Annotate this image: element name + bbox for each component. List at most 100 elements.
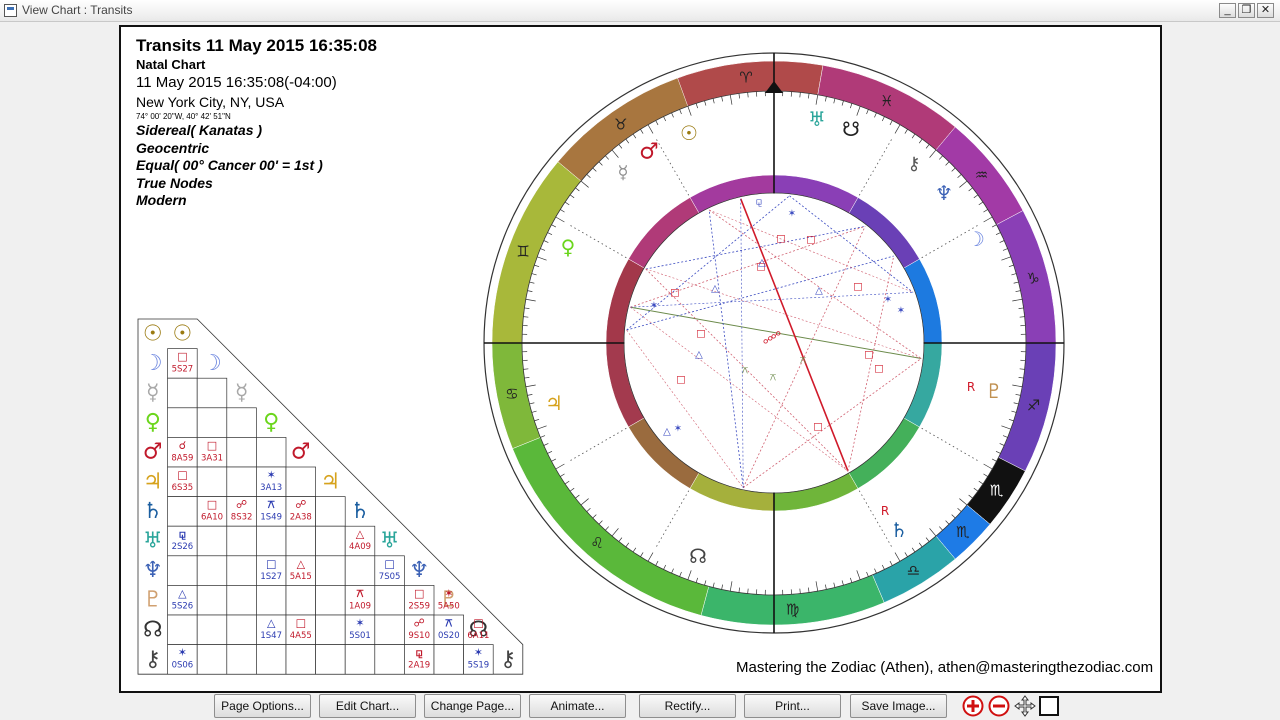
grid-row-glyph: ☽	[143, 351, 163, 376]
aspect-grid-cell	[256, 525, 287, 557]
aspect-grid-cell	[315, 585, 346, 616]
zoom-in-icon[interactable]	[962, 695, 984, 717]
aspect-grid-cell	[196, 555, 228, 586]
grid-aspect-symbol: □	[296, 617, 306, 630]
grid-diagonal-glyph: ☿	[235, 381, 249, 406]
page-options-button[interactable]: Page Options...	[214, 694, 311, 718]
close-button[interactable]: ✕	[1257, 3, 1274, 18]
grid-aspect-symbol: ☍	[236, 498, 247, 511]
sign-glyph-libra: ♎	[907, 562, 920, 580]
grid-row-glyph: ♃	[143, 469, 163, 494]
window-title-bar[interactable]: View Chart : Transits _ ❐ ✕	[0, 0, 1280, 22]
grid-aspect-label: 5A15	[290, 572, 312, 582]
aspect-grid-cell	[226, 585, 257, 616]
grid-aspect-symbol: □	[414, 587, 424, 600]
house-system-setting: Equal( 00° Cancer 00' = 1st )	[136, 157, 323, 173]
aspect-grid-cell	[374, 644, 405, 675]
zoom-out-icon[interactable]	[988, 695, 1010, 717]
fit-icon[interactable]	[1038, 695, 1060, 717]
sign-glyph-sagittarius: ♐	[1027, 396, 1040, 414]
grid-aspect-symbol: □	[384, 557, 394, 570]
rectify-button[interactable]: Rectify...	[639, 694, 736, 718]
aspect-grid-cell	[315, 525, 346, 557]
restore-button[interactable]: ❐	[1238, 3, 1255, 18]
grid-aspect-symbol: △	[356, 528, 365, 541]
edit-chart-button[interactable]: Edit Chart...	[319, 694, 416, 718]
grid-aspect-label: 1S49	[260, 513, 282, 523]
grid-aspect-symbol: ✶	[267, 469, 276, 482]
grid-aspect-symbol: □	[177, 350, 187, 363]
aspect-grid-cell	[315, 614, 346, 645]
grid-diagonal-glyph: ♅	[380, 529, 400, 554]
grid-aspect-label: 5S01	[349, 631, 371, 641]
grid-aspect-label: 3A13	[260, 483, 282, 493]
aspect-symbol: ⚻	[770, 373, 777, 384]
aspect-symbol: △	[815, 286, 823, 297]
grid-aspect-symbol: ☌	[179, 439, 186, 452]
animate-button[interactable]: Animate...	[529, 694, 626, 718]
aspect-grid-cell	[226, 525, 257, 557]
grid-aspect-label: 4A55	[290, 631, 312, 641]
change-page-button[interactable]: Change Page...	[424, 694, 521, 718]
aspect-symbol: □	[676, 375, 685, 386]
grid-aspect-symbol: ✶	[444, 587, 453, 600]
grid-row-glyph: ⚷	[145, 647, 161, 672]
aspect-grid-cell	[285, 644, 316, 675]
planet-glyph-neptune: ♆	[935, 181, 953, 205]
aspect-grid-cell	[167, 407, 198, 438]
chart-wheel: ♈♓♒♑♐♏♏♎♍♌♋♊♉123456789101112□□□□□□□□□□△△…	[483, 52, 1065, 634]
aspect-symbol: ☍	[771, 331, 781, 342]
grid-row-glyph: ♄	[143, 499, 163, 524]
planet-glyph-venus: ♀	[561, 235, 576, 259]
grid-aspect-label: 1S27	[260, 572, 282, 582]
pan-icon[interactable]	[1014, 695, 1036, 717]
aspect-grid-cell	[167, 496, 198, 527]
minimize-button[interactable]: _	[1219, 3, 1236, 18]
grid-diagonal-glyph: ♀	[263, 410, 279, 435]
grid-aspect-label: 2S26	[172, 542, 194, 552]
aspect-grid-cell	[226, 466, 257, 497]
aspect-grid-cell	[315, 644, 346, 675]
aspect-symbol: □	[813, 422, 822, 433]
grid-aspect-label: 6S35	[172, 483, 194, 493]
chart-type: Natal Chart	[136, 57, 206, 72]
aspect-grid-cell	[167, 377, 198, 409]
save-image-button[interactable]: Save Image...	[850, 694, 947, 718]
grid-aspect-symbol: ⚼	[415, 646, 423, 659]
aspect-grid-cell	[374, 614, 405, 645]
sign-glyph-scorpio: ♏	[956, 523, 970, 541]
chart-panel[interactable]: ♈♓♒♑♐♏♏♎♍♌♋♊♉123456789101112□□□□□□□□□□△△…	[119, 25, 1162, 693]
grid-aspect-symbol: ✶	[178, 646, 187, 659]
aspect-grid-cell	[167, 555, 198, 586]
grid-aspect-symbol: □	[207, 498, 217, 511]
grid-diagonal-glyph: ♄	[350, 499, 370, 524]
aspect-area	[624, 193, 924, 493]
aspect-grid-cell	[374, 585, 405, 616]
app-icon[interactable]	[4, 4, 17, 17]
grid-aspect-label: 9S10	[408, 631, 430, 641]
sign-glyph-leo: ♌	[590, 534, 603, 552]
aspect-grid-cell	[226, 555, 257, 586]
grid-aspect-symbol: ☍	[295, 498, 306, 511]
planet-glyph-moon: ☽	[967, 227, 985, 251]
planet-glyph-sun: ☉	[680, 121, 698, 145]
grid-diagonal-glyph: ♆	[409, 558, 429, 583]
grid-row-glyph: ♀	[145, 410, 161, 435]
aspect-symbol: △	[695, 350, 703, 361]
aspect-grid-cell	[196, 525, 228, 557]
aspect-grid-cell	[344, 555, 376, 586]
aspect-symbol: ✶	[788, 209, 796, 220]
aspect-symbol: ⚻	[800, 356, 807, 367]
grid-diagonal-glyph: ♂	[291, 440, 311, 465]
aspect-symbol: ⚼	[756, 197, 763, 208]
grid-row-glyph: ♂	[143, 440, 163, 465]
grid-diagonal-glyph: ♃	[321, 469, 341, 494]
aspect-symbol: □	[670, 288, 679, 299]
aspect-symbol: ⚻	[742, 366, 749, 377]
grid-row-glyph: ♆	[143, 558, 163, 583]
grid-aspect-symbol: △	[297, 557, 306, 570]
print-button[interactable]: Print...	[744, 694, 841, 718]
grid-aspect-label: 8S32	[231, 513, 253, 523]
sign-glyph-capricorn: ♑	[1026, 269, 1039, 287]
grid-aspect-label: 5S27	[172, 365, 194, 375]
